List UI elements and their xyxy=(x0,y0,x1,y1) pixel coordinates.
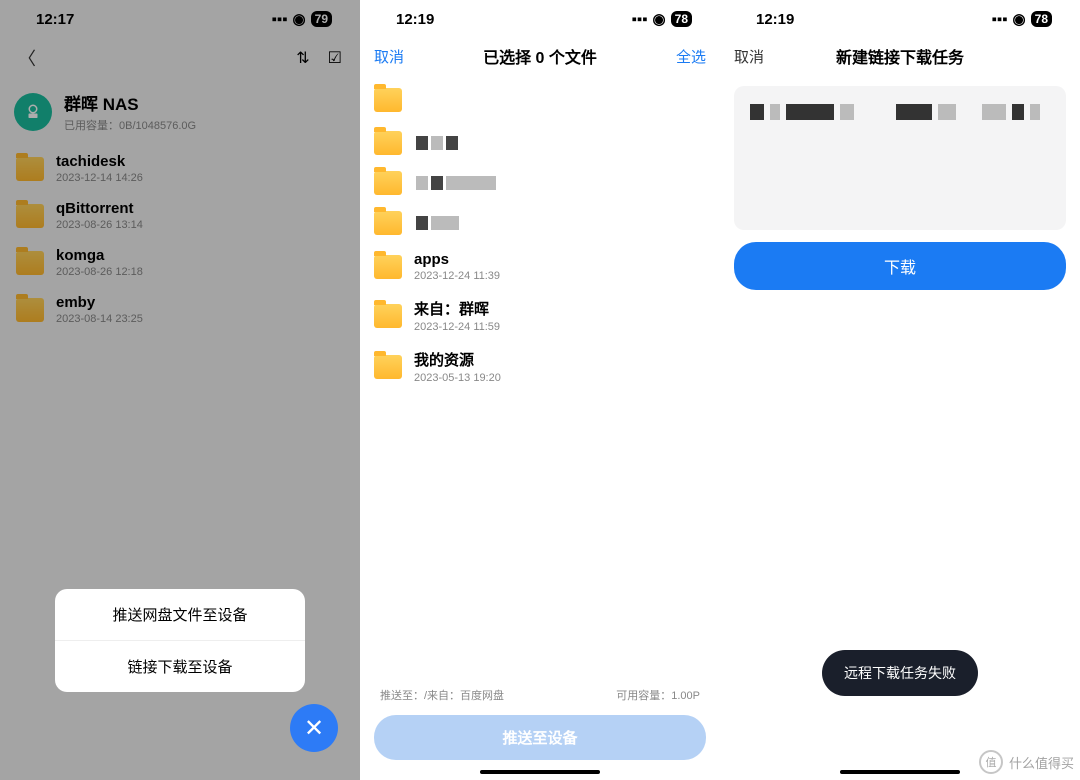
watermark: 值 什么值得买 xyxy=(979,750,1074,774)
sort-icon[interactable]: ⇅ xyxy=(296,48,309,68)
folder-name: komga xyxy=(56,247,143,264)
wifi-icon: ◉ xyxy=(653,10,666,28)
nas-icon xyxy=(14,93,52,131)
available-space-label: 可用容量：1.00P xyxy=(616,687,700,703)
folder-date: 2023-08-26 13:14 xyxy=(56,219,143,231)
cancel-button[interactable]: 取消 xyxy=(734,46,764,67)
signal-icon: ▪▪▪ xyxy=(272,11,288,28)
battery-icon: 78 xyxy=(1031,11,1052,27)
wifi-icon: ◉ xyxy=(293,10,306,28)
nas-title: 群晖 NAS xyxy=(64,90,196,115)
page-title: 新建链接下载任务 xyxy=(836,44,964,68)
list-item[interactable]: 我的资源 2023-05-13 19:20 xyxy=(370,341,710,392)
signal-icon: ▪▪▪ xyxy=(992,11,1008,28)
folder-date: 2023-05-13 19:20 xyxy=(414,372,501,384)
folder-name: apps xyxy=(414,251,500,268)
folder-date: 2023-12-24 11:59 xyxy=(414,321,500,333)
battery-icon: 78 xyxy=(671,11,692,27)
download-button[interactable]: 下载 xyxy=(734,242,1066,290)
cancel-button[interactable]: 取消 xyxy=(374,46,404,67)
status-time: 12:19 xyxy=(396,11,434,28)
list-item[interactable]: qBittorrent 2023-08-26 13:14 xyxy=(10,192,350,239)
status-icons: ▪▪▪ ◉ 78 xyxy=(632,10,692,28)
select-icon[interactable]: ☑ xyxy=(328,48,342,68)
status-time: 12:17 xyxy=(36,11,74,28)
list-item[interactable] xyxy=(370,123,710,163)
status-time: 12:19 xyxy=(756,11,794,28)
selection-title: 已选择 0 个文件 xyxy=(483,44,597,68)
push-target-label: 推送至：/来自：百度网盘 xyxy=(380,687,504,703)
folder-name: emby xyxy=(56,294,143,311)
folder-name: tachidesk xyxy=(56,153,143,170)
error-toast: 远程下载任务失败 xyxy=(822,650,978,696)
status-icons: ▪▪▪ ◉ 78 xyxy=(992,10,1052,28)
folder-icon xyxy=(16,251,44,275)
folder-icon xyxy=(374,131,402,155)
folder-icon xyxy=(16,204,44,228)
folder-icon xyxy=(374,355,402,379)
folder-name: 我的资源 xyxy=(414,349,501,370)
select-all-button[interactable]: 全选 xyxy=(676,46,706,67)
folder-icon xyxy=(374,211,402,235)
push-to-device-button[interactable]: 推送至设备 xyxy=(374,715,706,760)
folder-date: 2023-08-26 12:18 xyxy=(56,266,143,278)
folder-name: 来自：群晖 xyxy=(414,298,500,319)
home-indicator[interactable] xyxy=(480,770,600,774)
folder-name: qBittorrent xyxy=(56,200,143,217)
list-item[interactable] xyxy=(370,203,710,243)
action-sheet: 推送网盘文件至设备 链接下载至设备 xyxy=(55,589,305,692)
list-item[interactable]: apps 2023-12-24 11:39 xyxy=(370,243,710,290)
folder-icon xyxy=(374,171,402,195)
home-indicator[interactable] xyxy=(840,770,960,774)
nas-subtitle: 已用容量：0B/1048576.0G xyxy=(64,117,196,133)
folder-icon xyxy=(16,157,44,181)
list-item[interactable] xyxy=(370,163,710,203)
back-icon[interactable]: 〈 xyxy=(18,45,36,71)
battery-icon: 79 xyxy=(311,11,332,27)
list-item[interactable]: 来自：群晖 2023-12-24 11:59 xyxy=(370,290,710,341)
list-item[interactable]: emby 2023-08-14 23:25 xyxy=(10,286,350,333)
list-item[interactable]: - xyxy=(370,76,710,123)
close-button[interactable]: ✕ xyxy=(290,704,338,752)
status-icons: ▪▪▪ ◉ 79 xyxy=(272,10,332,28)
folder-date: 2023-12-14 14:26 xyxy=(56,172,143,184)
folder-date: 2023-12-24 11:39 xyxy=(414,270,500,282)
wifi-icon: ◉ xyxy=(1013,10,1026,28)
signal-icon: ▪▪▪ xyxy=(632,11,648,28)
sheet-push-file[interactable]: 推送网盘文件至设备 xyxy=(55,589,305,641)
folder-icon xyxy=(374,304,402,328)
folder-date: 2023-08-14 23:25 xyxy=(56,313,143,325)
sheet-link-download[interactable]: 链接下载至设备 xyxy=(55,641,305,692)
folder-icon xyxy=(374,88,402,112)
list-item[interactable]: tachidesk 2023-12-14 14:26 xyxy=(10,145,350,192)
folder-icon xyxy=(16,298,44,322)
folder-icon xyxy=(374,255,402,279)
url-input-box[interactable] xyxy=(734,86,1066,230)
list-item[interactable]: komga 2023-08-26 12:18 xyxy=(10,239,350,286)
